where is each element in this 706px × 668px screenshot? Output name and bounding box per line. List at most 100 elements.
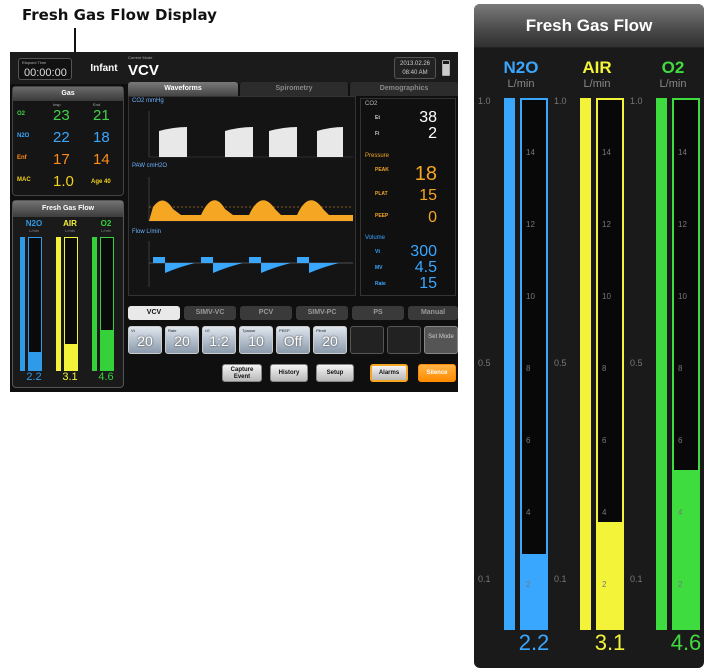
- fgf-gas-name: O2: [661, 58, 685, 77]
- fgf-mini-indicator: [56, 237, 61, 371]
- tick-label: 0.1: [630, 574, 643, 584]
- fi-label: Fi: [375, 131, 380, 137]
- gas-row-n2o: N2O 22 18: [17, 129, 123, 149]
- alarms-button[interactable]: Alarms: [370, 364, 408, 382]
- fgf-panel-title: Fresh Gas Flow: [474, 4, 704, 48]
- fgf-gas-name: N2O: [503, 58, 539, 77]
- tube-tick-label: 14: [602, 148, 611, 157]
- plat-label: PLAT: [375, 191, 388, 197]
- peak-label: PEAK: [375, 167, 389, 173]
- tab-demographics[interactable]: Demographics: [350, 82, 458, 96]
- setting-tpause[interactable]: Tpause 10: [239, 326, 273, 354]
- fgf-side-indicator: [656, 98, 667, 630]
- mode-tab-manual[interactable]: Manual: [408, 306, 458, 320]
- elapsed-value: 00:00:00: [24, 67, 67, 79]
- peep-value: 0: [428, 209, 437, 226]
- tick-label: 1.0: [554, 96, 567, 106]
- fgf-unit: L/min: [583, 78, 611, 90]
- gas-insp: 23: [53, 107, 70, 124]
- gas-label: N2O: [17, 133, 30, 139]
- tube-tick-label: 12: [526, 220, 535, 229]
- et-label: Et: [375, 115, 380, 121]
- tab-waveforms[interactable]: Waveforms: [128, 82, 238, 96]
- gas-row-o2: O2 23 21: [17, 107, 123, 127]
- mode-tab-vcv[interactable]: VCV: [128, 306, 180, 320]
- gas-end: 21: [93, 107, 110, 124]
- patient-type[interactable]: Infant: [80, 60, 128, 78]
- mode-tab-simv-pc[interactable]: SIMV-PC: [296, 306, 348, 320]
- mode-tab-ps[interactable]: PS: [352, 306, 404, 320]
- setting-vt[interactable]: Vt 20: [128, 326, 162, 354]
- fgf-mini-air: AIR L/min 3.1: [55, 219, 85, 387]
- setting-ie[interactable]: I:E 1:2: [202, 326, 236, 354]
- plat-value: 15: [419, 187, 437, 204]
- fgf-flow-value: 4.6: [670, 630, 702, 655]
- current-mode-label: Current Mode: [128, 55, 153, 60]
- volume-title: Volume: [365, 235, 386, 241]
- tick-label: 0.1: [554, 574, 567, 584]
- mode-tabs: VCV SIMV-VC PCV SIMV-PC PS Manual: [128, 306, 458, 322]
- peep-label: PEEP: [375, 213, 389, 219]
- setting-rate[interactable]: Rate 20: [165, 326, 199, 354]
- tube-tick-label: 14: [678, 148, 687, 157]
- tube-tick-label: 4: [678, 508, 683, 517]
- setup-button[interactable]: Setup: [316, 364, 354, 382]
- gas-insp: 1.0: [53, 173, 74, 190]
- fgf-gas-name: AIR: [582, 58, 612, 77]
- mode-tab-pcv[interactable]: PCV: [240, 306, 292, 320]
- capture-event-button[interactable]: Capture Event: [222, 364, 262, 382]
- gas-end: 18: [93, 129, 110, 146]
- silence-button[interactable]: Silence: [418, 364, 456, 382]
- waveform-area: CO2 mmHg PAW cmH2O Flow L/min: [128, 96, 356, 296]
- setting-peep[interactable]: PEEP Off: [276, 326, 310, 354]
- tube-tick-label: 12: [602, 220, 611, 229]
- elapsed-time-box[interactable]: Elapsed Time 00:00:00: [18, 58, 72, 80]
- fgf-column-air: AIR L/min 14 12 10 8 6 4 2 3.1 1.0 0.5 0.1: [550, 56, 625, 668]
- tube-tick-label: 6: [678, 436, 683, 445]
- fgf-flow-fill: [674, 469, 698, 628]
- fgf-mini-unit: L/min: [101, 228, 111, 233]
- fgf-mini-fill: [29, 351, 41, 370]
- anesthesia-screen: Elapsed Time 00:00:00 Infant Current Mod…: [10, 52, 458, 392]
- setting-plimit[interactable]: Plimit 20: [313, 326, 347, 354]
- tube-tick-label: 4: [526, 508, 531, 517]
- fresh-gas-flow-panel: Fresh Gas Flow N2O L/min 14 12 10 8 6 4 2 2.2 …: [474, 4, 704, 668]
- setting-value: 20: [322, 333, 338, 349]
- fgf-flow-value: 2.2: [518, 630, 550, 655]
- fgf-unit: L/min: [507, 78, 535, 90]
- tick-label: 1.0: [630, 96, 643, 106]
- fresh-gas-flow-mini[interactable]: Fresh Gas Flow N2O L/min 2.2 AIR L/min 3…: [12, 200, 124, 388]
- tick-label: 0.5: [554, 358, 567, 368]
- time: 08:40 AM: [402, 70, 428, 76]
- tick-label: 1.0: [478, 96, 491, 106]
- fgf-mini-n2o: N2O L/min 2.2: [19, 219, 49, 387]
- tube-tick-label: 10: [602, 292, 611, 301]
- co2-title: CO2: [365, 101, 378, 107]
- gas-row-enf: Enf 17 14: [17, 151, 123, 171]
- gas-end: 14: [93, 151, 110, 168]
- fgf-mini-title: Fresh Gas Flow: [13, 201, 123, 217]
- tube-tick-label: 4: [602, 508, 607, 517]
- rate-label: Rate: [375, 281, 386, 287]
- tab-spirometry[interactable]: Spirometry: [240, 82, 348, 96]
- fgf-flow-value: 3.1: [594, 630, 626, 655]
- readouts-panel: CO2 Et 38 Fi 2 Pressure PEAK 18 PLAT 15 …: [360, 98, 456, 296]
- tube-tick-label: 2: [602, 580, 607, 589]
- mode-tab-simv-vc[interactable]: SIMV-VC: [184, 306, 236, 320]
- tick-label: 0.5: [630, 358, 643, 368]
- set-mode-button[interactable]: Set Mode: [424, 326, 458, 354]
- fgf-side-indicator: [580, 98, 591, 630]
- tube-tick-label: 6: [602, 436, 607, 445]
- top-bar: Elapsed Time 00:00:00 Infant Current Mod…: [10, 52, 458, 84]
- current-mode-value: VCV: [128, 62, 159, 79]
- fgf-mini-o2: O2 L/min 4.6: [91, 219, 121, 387]
- fgf-mini-tube: [100, 237, 114, 371]
- fgf-mini-unit: L/min: [29, 228, 39, 233]
- tube-tick-label: 6: [526, 436, 531, 445]
- tube-tick-label: 8: [602, 364, 607, 373]
- tube-tick-label: 8: [678, 364, 683, 373]
- gas-insp: 22: [53, 129, 70, 146]
- mv-label: MV: [375, 265, 383, 271]
- fgf-column-o2: O2 L/min 14 12 10 8 6 4 2 4.6 1.0 0.5 0.1: [626, 56, 701, 668]
- history-button[interactable]: History: [270, 364, 308, 382]
